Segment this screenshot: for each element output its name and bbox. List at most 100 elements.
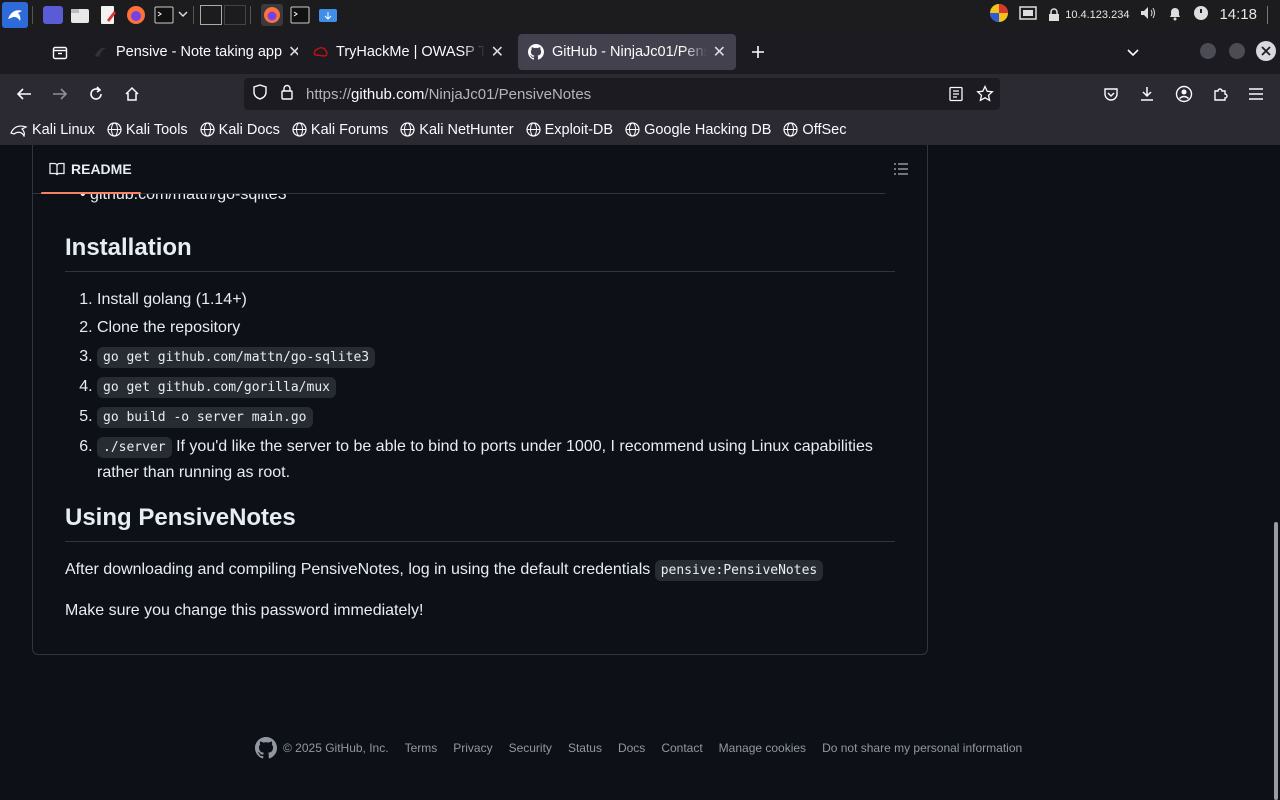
url-path: /NinjaJc01/PensiveNotes bbox=[424, 85, 592, 103]
browser-tab-strip: Pensive - Note taking app ✕ TryHackMe | … bbox=[0, 29, 1280, 74]
footer-link-status[interactable]: Status bbox=[568, 741, 602, 755]
workspace-switcher-icon[interactable] bbox=[43, 5, 63, 24]
taskbar-separator bbox=[193, 5, 194, 24]
list-item: Install golang (1.14+) bbox=[97, 287, 895, 312]
file-manager-icon[interactable] bbox=[69, 4, 91, 26]
list-item: go get github.com/gorilla/mux bbox=[97, 374, 895, 400]
page-scrollbar[interactable] bbox=[1274, 522, 1278, 800]
taskbar-separator bbox=[32, 5, 33, 24]
bookmark-label: Exploit-DB bbox=[544, 121, 614, 138]
close-icon bbox=[1261, 46, 1271, 56]
bookmark-exploit-db[interactable]: Exploit-DB bbox=[525, 121, 614, 138]
notification-bell-icon[interactable] bbox=[1167, 5, 1183, 24]
forward-button[interactable] bbox=[44, 78, 76, 110]
code-snippet: ./server bbox=[97, 437, 172, 458]
list-item: go get github.com/mattn/go-sqlite3 bbox=[97, 344, 895, 370]
terminal-launcher-icon[interactable] bbox=[153, 4, 175, 26]
globe-icon bbox=[783, 122, 799, 137]
downloads-folder-icon[interactable] bbox=[317, 4, 339, 26]
tab-github[interactable]: GitHub - NinjaJc01/Pensiv ✕ bbox=[518, 33, 736, 70]
bookmark-star-icon[interactable] bbox=[976, 84, 994, 107]
tab-tryhackme[interactable]: TryHackMe | OWASP Top ✕ bbox=[302, 34, 514, 70]
home-button[interactable] bbox=[116, 78, 148, 110]
terminal-window-icon[interactable] bbox=[289, 4, 311, 26]
readme-tab-title[interactable]: README bbox=[71, 161, 132, 177]
installation-steps: Install golang (1.14+) Clone the reposit… bbox=[65, 287, 895, 488]
chevron-down-icon[interactable] bbox=[177, 7, 189, 23]
pocket-icon[interactable] bbox=[1095, 78, 1127, 110]
bookmark-google-hacking-db[interactable]: Google Hacking DB bbox=[625, 122, 771, 138]
globe-icon bbox=[525, 122, 541, 137]
network-status[interactable]: 10.4.123.234 bbox=[1047, 7, 1130, 22]
workspace-1[interactable] bbox=[200, 4, 222, 25]
pensive-icon bbox=[95, 47, 106, 57]
kali-menu-icon[interactable] bbox=[2, 1, 28, 28]
extensions-icon[interactable] bbox=[1204, 78, 1236, 110]
system-taskbar: 10.4.123.234 14:18 bbox=[0, 0, 1280, 29]
footer-link-contact[interactable]: Contact bbox=[661, 741, 702, 755]
close-icon[interactable]: ✕ bbox=[713, 42, 726, 62]
globe-icon bbox=[400, 122, 415, 137]
footer-link-manage-cookies[interactable]: Manage cookies bbox=[719, 741, 806, 755]
kali-dragon-icon bbox=[10, 125, 28, 137]
account-icon[interactable] bbox=[1168, 78, 1200, 110]
firefox-launcher-icon[interactable] bbox=[125, 4, 147, 26]
list-item: ./server If you'd like the server to be … bbox=[97, 434, 895, 485]
table-of-contents-icon[interactable] bbox=[893, 161, 909, 182]
bookmark-label: Kali Tools bbox=[125, 121, 188, 138]
footer-link-terms[interactable]: Terms bbox=[405, 741, 438, 755]
minimize-button[interactable] bbox=[1200, 43, 1216, 59]
hamburger-menu-icon[interactable] bbox=[1240, 78, 1272, 110]
credentials-code: pensive:PensiveNotes bbox=[654, 560, 824, 581]
bookmark-offsec[interactable]: OffSec bbox=[783, 122, 846, 138]
readme-header: README bbox=[33, 145, 885, 194]
tab-pensive[interactable]: Pensive - Note taking app ✕ bbox=[82, 34, 298, 70]
maximize-button[interactable] bbox=[1229, 43, 1245, 59]
installation-heading: Installation bbox=[65, 234, 895, 272]
new-tab-button[interactable] bbox=[742, 36, 774, 68]
bookmark-kali-tools[interactable]: Kali Tools bbox=[107, 122, 188, 138]
bookmark-label: Kali Forums bbox=[310, 121, 389, 138]
firefox-view-icon[interactable] bbox=[44, 36, 76, 68]
color-picker-icon[interactable] bbox=[989, 3, 1009, 26]
close-icon[interactable]: ✕ bbox=[288, 42, 298, 62]
bookmark-label: Kali Linux bbox=[32, 121, 95, 138]
bookmark-kali-forums[interactable]: Kali Forums bbox=[292, 122, 388, 138]
footer-link-privacy[interactable]: Privacy bbox=[453, 741, 492, 755]
bookmark-label: Google Hacking DB bbox=[644, 121, 772, 138]
url-text[interactable]: https://github.com/NinjaJc01/PensiveNote… bbox=[306, 86, 591, 103]
downloads-icon[interactable] bbox=[1131, 78, 1163, 110]
tab-title: TryHackMe | OWASP Top bbox=[336, 43, 485, 60]
workspace-2[interactable] bbox=[224, 4, 246, 25]
reload-button[interactable] bbox=[80, 78, 112, 110]
clock[interactable]: 14:18 bbox=[1219, 6, 1257, 23]
bookmark-kali-nethunter[interactable]: Kali NetHunter bbox=[400, 122, 514, 138]
bookmark-kali-linux[interactable]: Kali Linux bbox=[10, 122, 95, 138]
github-logo-icon[interactable] bbox=[255, 737, 277, 759]
globe-icon bbox=[625, 122, 640, 137]
address-bar[interactable]: https://github.com/NinjaJc01/PensiveNote… bbox=[244, 78, 1000, 110]
back-button[interactable] bbox=[8, 78, 40, 110]
close-window-button[interactable] bbox=[1256, 41, 1276, 61]
tab-title: GitHub - NinjaJc01/Pensiv bbox=[552, 43, 707, 60]
text-editor-icon[interactable] bbox=[97, 4, 119, 26]
lock-icon[interactable] bbox=[280, 84, 294, 104]
power-icon[interactable] bbox=[1193, 5, 1209, 24]
footer-link-security[interactable]: Security bbox=[509, 741, 552, 755]
footer-link-do-not-share[interactable]: Do not share my personal information bbox=[822, 741, 1022, 755]
reader-view-icon[interactable] bbox=[948, 86, 964, 106]
firefox-window-icon[interactable] bbox=[261, 3, 283, 26]
step-text: Install golang (1.14+) bbox=[97, 291, 247, 308]
tryhackme-icon bbox=[313, 46, 328, 57]
installation-section: Installation bbox=[65, 234, 895, 272]
close-icon[interactable]: ✕ bbox=[491, 42, 504, 62]
footer-link-docs[interactable]: Docs bbox=[618, 741, 645, 755]
url-scheme: https:// bbox=[306, 85, 352, 103]
tracking-protection-shield-icon[interactable] bbox=[252, 84, 268, 104]
globe-icon bbox=[292, 122, 307, 137]
volume-icon[interactable] bbox=[1139, 5, 1157, 24]
display-icon[interactable] bbox=[1019, 5, 1037, 24]
ip-address: 10.4.123.234 bbox=[1065, 8, 1130, 21]
list-all-tabs-chevron-icon[interactable] bbox=[1117, 36, 1149, 68]
bookmark-kali-docs[interactable]: Kali Docs bbox=[200, 122, 280, 138]
